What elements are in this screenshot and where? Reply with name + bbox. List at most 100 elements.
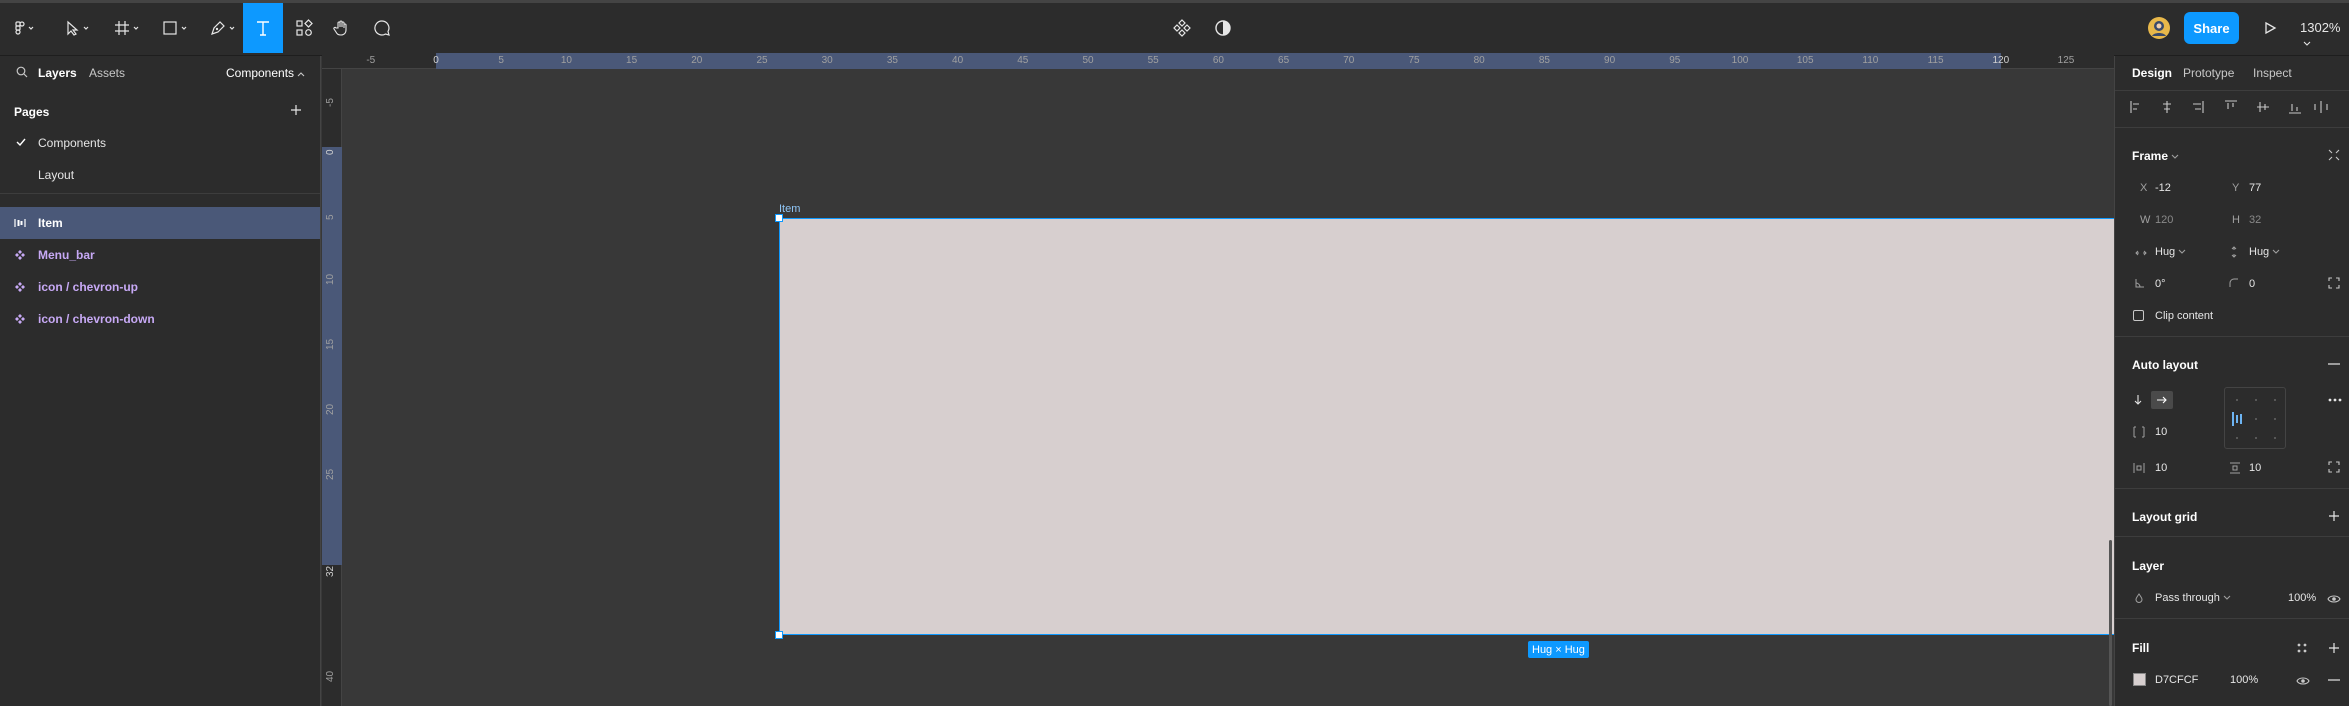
figma-logo-icon <box>15 21 34 35</box>
tab-prototype[interactable]: Prototype <box>2183 66 2234 80</box>
fill-opacity-input[interactable]: 100% <box>2230 674 2258 686</box>
layer-row-item[interactable]: Item <box>0 207 320 239</box>
h-input[interactable]: 32 <box>2249 214 2261 226</box>
component-icon <box>1173 19 1191 37</box>
resize-to-fit-icon[interactable] <box>2328 149 2340 161</box>
horizontal-resizing-icon <box>2135 250 2147 256</box>
page-item-components[interactable]: Components <box>38 136 106 150</box>
tab-inspect[interactable]: Inspect <box>2253 66 2292 80</box>
direction-vertical-icon[interactable] <box>2133 394 2143 406</box>
layer-row-menu-bar[interactable]: Menu_bar <box>0 239 320 271</box>
chevron-down-icon <box>2303 41 2311 46</box>
move-tool-button[interactable] <box>58 3 98 53</box>
blend-mode-dropdown[interactable]: Pass through <box>2155 592 2231 604</box>
fill-color-swatch[interactable] <box>2133 673 2146 686</box>
ruler-tick-label: 10 <box>560 55 572 66</box>
text-tool-button[interactable] <box>243 3 283 53</box>
right-panel: Design Prototype Inspect Frame X -12 Y 7… <box>2114 56 2349 706</box>
blend-mode-value: Pass through <box>2155 592 2220 604</box>
eye-icon[interactable] <box>2296 676 2310 686</box>
comment-tool-button[interactable] <box>366 3 398 53</box>
ruler-tick-label: 30 <box>821 55 833 66</box>
main-menu-button[interactable] <box>8 3 44 53</box>
y-input[interactable]: 77 <box>2249 182 2261 194</box>
add-layout-grid-icon[interactable] <box>2328 510 2340 522</box>
frame-tool-button[interactable] <box>108 3 148 53</box>
individual-padding-icon[interactable] <box>2328 461 2340 473</box>
pen-tool-button[interactable] <box>204 3 244 53</box>
component-tools-button[interactable] <box>1168 3 1196 53</box>
divider <box>2115 127 2349 128</box>
rotation-input[interactable]: 0° <box>2155 278 2166 290</box>
more-options-icon[interactable] <box>2328 398 2342 402</box>
eye-icon[interactable] <box>2327 594 2341 604</box>
ruler-tick-label: 45 <box>1017 55 1029 66</box>
avatar[interactable] <box>2144 3 2174 53</box>
resize-handle-bottom-left[interactable] <box>775 631 783 639</box>
tab-design[interactable]: Design <box>2132 66 2172 80</box>
horizontal-resizing-value: Hug <box>2155 246 2176 258</box>
search-icon[interactable] <box>16 66 28 78</box>
add-fill-icon[interactable] <box>2328 642 2340 654</box>
ruler-tick-label: 25 <box>756 55 768 66</box>
resize-handle-top-left[interactable] <box>775 214 783 222</box>
ruler-tick-label: 20 <box>325 403 336 415</box>
ruler-tick-label: 100 <box>1731 55 1749 66</box>
clip-content-checkbox[interactable] <box>2133 310 2144 321</box>
layer-opacity-input[interactable]: 100% <box>2288 592 2316 604</box>
horizontal-resizing-dropdown[interactable]: Hug <box>2155 246 2186 258</box>
layer-row-chevron-down[interactable]: icon / chevron-down <box>0 303 320 335</box>
alignment-grid[interactable] <box>2224 387 2286 449</box>
rectangle-icon <box>163 21 187 35</box>
canvas[interactable]: Item Hug × Hug <box>343 70 2347 706</box>
contrast-toggle-button[interactable] <box>1209 3 1237 53</box>
remove-fill-icon[interactable] <box>2328 679 2340 681</box>
resources-button[interactable] <box>288 3 320 53</box>
shape-tool-button[interactable] <box>156 3 196 53</box>
layer-label: Menu_bar <box>38 248 95 262</box>
layer-row-chevron-up[interactable]: icon / chevron-up <box>0 271 320 303</box>
vertical-resizing-icon <box>2231 246 2237 258</box>
frame-title: Frame <box>2132 149 2169 163</box>
play-icon <box>2265 21 2277 35</box>
ruler-tick-label: 50 <box>1082 55 1094 66</box>
blend-mode-icon <box>2135 593 2143 603</box>
vertical-padding-input[interactable]: 10 <box>2249 462 2261 474</box>
share-button[interactable]: Share <box>2184 12 2239 44</box>
ruler-tick-label: 15 <box>626 55 638 66</box>
tab-layers[interactable]: Layers <box>38 66 77 80</box>
zoom-dropdown[interactable]: 1302% <box>2300 20 2349 50</box>
components-page-dropdown[interactable]: Components <box>226 66 305 80</box>
vertical-resizing-dropdown[interactable]: Hug <box>2249 246 2280 258</box>
hand-tool-button[interactable] <box>326 3 358 53</box>
alignment-grid-icon <box>2232 399 2276 439</box>
toolbar: Share 1302% <box>0 0 2349 56</box>
item-spacing-input[interactable]: 10 <box>2155 426 2167 438</box>
present-button[interactable] <box>2256 3 2284 53</box>
x-input[interactable]: -12 <box>2155 182 2171 194</box>
cursor-icon <box>67 20 89 36</box>
ruler-tick-label: 35 <box>886 55 898 66</box>
frame-section-title[interactable]: Frame <box>2132 149 2179 163</box>
auto-layout-frame-icon <box>14 219 26 227</box>
horizontal-padding-input[interactable]: 10 <box>2155 462 2167 474</box>
w-input[interactable]: 120 <box>2155 214 2173 226</box>
y-label: Y <box>2232 182 2240 194</box>
divider <box>0 193 320 194</box>
alignment-icons[interactable] <box>2129 100 2329 114</box>
ruler-tick-label: 125 <box>2057 55 2075 66</box>
styles-icon[interactable] <box>2296 642 2308 654</box>
remove-auto-layout-icon[interactable] <box>2328 363 2340 365</box>
direction-horizontal-button[interactable] <box>2151 391 2173 409</box>
page-item-layout[interactable]: Layout <box>38 168 74 182</box>
layer-label: Item <box>38 216 63 230</box>
ruler-tick-label: 40 <box>952 55 964 66</box>
fill-hex-input[interactable]: D7CFCF <box>2155 674 2198 686</box>
current-page-label: Components <box>226 66 295 80</box>
layer-label: icon / chevron-up <box>38 280 139 294</box>
independent-corners-icon[interactable] <box>2328 277 2340 289</box>
vertical-scrollbar[interactable] <box>2109 540 2112 706</box>
tab-assets[interactable]: Assets <box>89 66 125 80</box>
corner-radius-input[interactable]: 0 <box>2249 278 2255 290</box>
add-page-icon[interactable] <box>290 104 302 116</box>
